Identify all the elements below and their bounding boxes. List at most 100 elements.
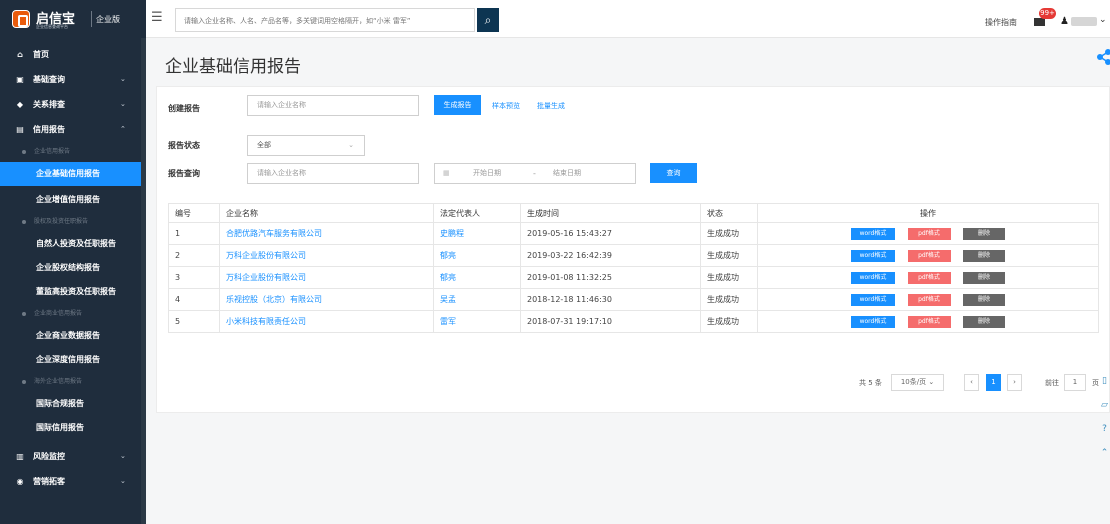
- page-1-button[interactable]: 1: [986, 374, 1001, 391]
- pdf-download-button[interactable]: pdf格式: [907, 227, 951, 240]
- sidebar-item-compliance[interactable]: 国际合规报告: [0, 392, 141, 416]
- sidebar-item-credit-report[interactable]: ▤ 信用报告 ⌃: [0, 117, 141, 142]
- query-button[interactable]: 查询: [650, 163, 697, 183]
- row-representative-link[interactable]: 郁亮: [433, 266, 521, 289]
- header-id: 编号: [168, 203, 220, 223]
- row-company-link[interactable]: 合肥优路汽车服务有限公司: [219, 222, 434, 245]
- table-row: 5 小米科技有限责任公司 雷军 2018-07-31 19:17:10 生成成功…: [168, 310, 1099, 333]
- next-page-button[interactable]: ›: [1007, 374, 1022, 391]
- sidebar-item-person-report[interactable]: 自然人投资及任职报告: [0, 232, 141, 256]
- delete-button[interactable]: 删除: [963, 227, 1006, 240]
- pdf-download-button[interactable]: pdf格式: [907, 315, 951, 328]
- row-status: 生成成功: [700, 288, 758, 311]
- floating-toolbar: ▯ ▱ ? ⌃: [1099, 369, 1110, 465]
- notification-badge: 99+: [1039, 8, 1056, 19]
- mail-icon[interactable]: [1034, 18, 1045, 26]
- top-bar: 启信宝 企业信息查询平台 企业版 ☰ ⌕ 操作指南 99+ ♟ ⌄: [0, 0, 1110, 38]
- pdf-download-button[interactable]: pdf格式: [907, 271, 951, 284]
- sidebar-item-basic-report[interactable]: 企业基础信用报告: [0, 162, 141, 186]
- calendar-icon: ▦: [443, 169, 450, 177]
- delete-button[interactable]: 删除: [963, 315, 1006, 328]
- word-download-button[interactable]: word格式: [850, 227, 895, 240]
- user-menu-chevron-icon[interactable]: ⌄: [1099, 15, 1107, 25]
- table-row: 1 合肥优路汽车服务有限公司 史鹏程 2019-05-16 15:43:27 生…: [168, 222, 1099, 245]
- row-generated-time: 2018-12-18 11:46:30: [520, 288, 701, 311]
- delete-button[interactable]: 删除: [963, 249, 1006, 262]
- goto-page-input[interactable]: 1: [1064, 374, 1086, 391]
- sample-preview-link[interactable]: 样本预览: [492, 101, 520, 111]
- report-table: 编号 企业名称 法定代表人 生成时间 状态 操作 1 合肥优路汽车服务有限公司 …: [168, 203, 1099, 333]
- sidebar-item-home[interactable]: ⌂ 首页: [0, 42, 141, 67]
- user-name-masked[interactable]: [1071, 17, 1097, 26]
- pdf-download-button[interactable]: pdf格式: [907, 249, 951, 262]
- chevron-down-icon: ⌄: [348, 141, 354, 149]
- brand-edition: 企业版: [96, 15, 120, 24]
- sidebar: ⌂ 首页 ▣ 基础查询 ⌄ ◆ 关系排查 ⌄ ▤ 信用报告 ⌃ 企业信用报告 企业基础信用报告…: [0, 38, 141, 524]
- word-download-button[interactable]: word格式: [850, 271, 895, 284]
- sidebar-item-international[interactable]: 国际信用报告: [0, 416, 141, 440]
- create-company-input[interactable]: 请输入企业名称: [247, 95, 419, 116]
- search-input[interactable]: [184, 13, 452, 28]
- row-actions: word格式 pdf格式 删除: [757, 288, 1099, 311]
- row-status: 生成成功: [700, 266, 758, 289]
- row-generated-time: 2019-01-08 11:32:25: [520, 266, 701, 289]
- row-representative-link[interactable]: 雷军: [433, 310, 521, 333]
- row-company-link[interactable]: 万科企业股份有限公司: [219, 266, 434, 289]
- sidebar-group-enterprise-credit: 企业信用报告: [0, 142, 141, 162]
- user-icon[interactable]: ♟: [1060, 16, 1069, 27]
- document-icon[interactable]: ▯: [1099, 369, 1110, 393]
- sidebar-item-equity-report[interactable]: 企业股权结构报告: [0, 256, 141, 280]
- word-download-button[interactable]: word格式: [850, 315, 895, 328]
- page-size-select[interactable]: 10条/页 ⌄: [891, 374, 944, 391]
- pdf-download-button[interactable]: pdf格式: [907, 293, 951, 306]
- sidebar-item-relation[interactable]: ◆ 关系排查 ⌄: [0, 92, 141, 117]
- report-status-select[interactable]: 全部 ⌄: [247, 135, 365, 156]
- page-unit-label: 页: [1092, 379, 1099, 387]
- chevron-down-icon: ⌄: [120, 452, 126, 460]
- sidebar-item-business-data[interactable]: 企业商业数据报告: [0, 324, 141, 348]
- row-generated-time: 2019-05-16 15:43:27: [520, 222, 701, 245]
- delete-button[interactable]: 删除: [963, 271, 1006, 284]
- sidebar-item-basic-query[interactable]: ▣ 基础查询 ⌄: [0, 67, 141, 92]
- marketing-icon: ◉: [16, 477, 24, 486]
- table-header-row: 编号 企业名称 法定代表人 生成时间 状态 操作: [168, 203, 1099, 223]
- sidebar-item-value-report[interactable]: 企业增值信用报告: [0, 188, 141, 212]
- chat-icon[interactable]: ▱: [1099, 393, 1110, 417]
- report-panel: 创建报告 请输入企业名称 生成报告 样本预览 批量生成 报告状态 全部 ⌄ 报告查…: [156, 86, 1110, 413]
- operation-guide-link[interactable]: 操作指南: [985, 17, 1017, 28]
- previous-page-button[interactable]: ‹: [964, 374, 979, 391]
- database-icon: ▣: [16, 75, 24, 84]
- brand-logo-area[interactable]: 启信宝 企业信息查询平台 企业版: [0, 0, 146, 38]
- row-id: 5: [168, 310, 220, 333]
- row-id: 3: [168, 266, 220, 289]
- row-company-link[interactable]: 小米科技有限责任公司: [219, 310, 434, 333]
- menu-toggle-icon[interactable]: ☰: [151, 9, 169, 27]
- share-icon[interactable]: [1097, 49, 1110, 65]
- row-representative-link[interactable]: 郁亮: [433, 244, 521, 267]
- date-range-picker[interactable]: ▦ 开始日期 - 结束日期: [434, 163, 636, 184]
- row-company-link[interactable]: 万科企业股份有限公司: [219, 244, 434, 267]
- batch-generate-link[interactable]: 批量生成: [537, 101, 565, 111]
- global-search: ⌕: [175, 8, 499, 32]
- group-dot-icon: [22, 150, 26, 154]
- sidebar-item-deep-report[interactable]: 企业深度信用报告: [0, 348, 141, 372]
- row-representative-link[interactable]: 史鹏程: [433, 222, 521, 245]
- generate-report-button[interactable]: 生成报告: [434, 95, 481, 115]
- top-icon[interactable]: ⌃: [1099, 441, 1110, 465]
- sidebar-item-marketing[interactable]: ◉ 营销拓客 ⌄: [0, 469, 141, 494]
- search-icon[interactable]: ⌕: [477, 8, 499, 32]
- brand-tagline: 企业信息查询平台: [36, 24, 68, 29]
- sidebar-item-management-report[interactable]: 董监高投资及任职报告: [0, 280, 141, 304]
- query-company-input[interactable]: 请输入企业名称: [247, 163, 419, 184]
- sidebar-group-equity: 股权及投资任职报告: [0, 212, 141, 232]
- word-download-button[interactable]: word格式: [850, 249, 895, 262]
- header-actions: 操作: [757, 203, 1099, 223]
- delete-button[interactable]: 删除: [963, 293, 1006, 306]
- table-row: 3 万科企业股份有限公司 郁亮 2019-01-08 11:32:25 生成成功…: [168, 266, 1099, 289]
- sidebar-item-risk[interactable]: ▥ 风险监控 ⌄: [0, 444, 141, 469]
- word-download-button[interactable]: word格式: [850, 293, 895, 306]
- row-representative-link[interactable]: 吴孟: [433, 288, 521, 311]
- chevron-down-icon: ⌄: [120, 100, 126, 108]
- help-icon[interactable]: ?: [1099, 417, 1110, 441]
- row-company-link[interactable]: 乐视控股（北京）有限公司: [219, 288, 434, 311]
